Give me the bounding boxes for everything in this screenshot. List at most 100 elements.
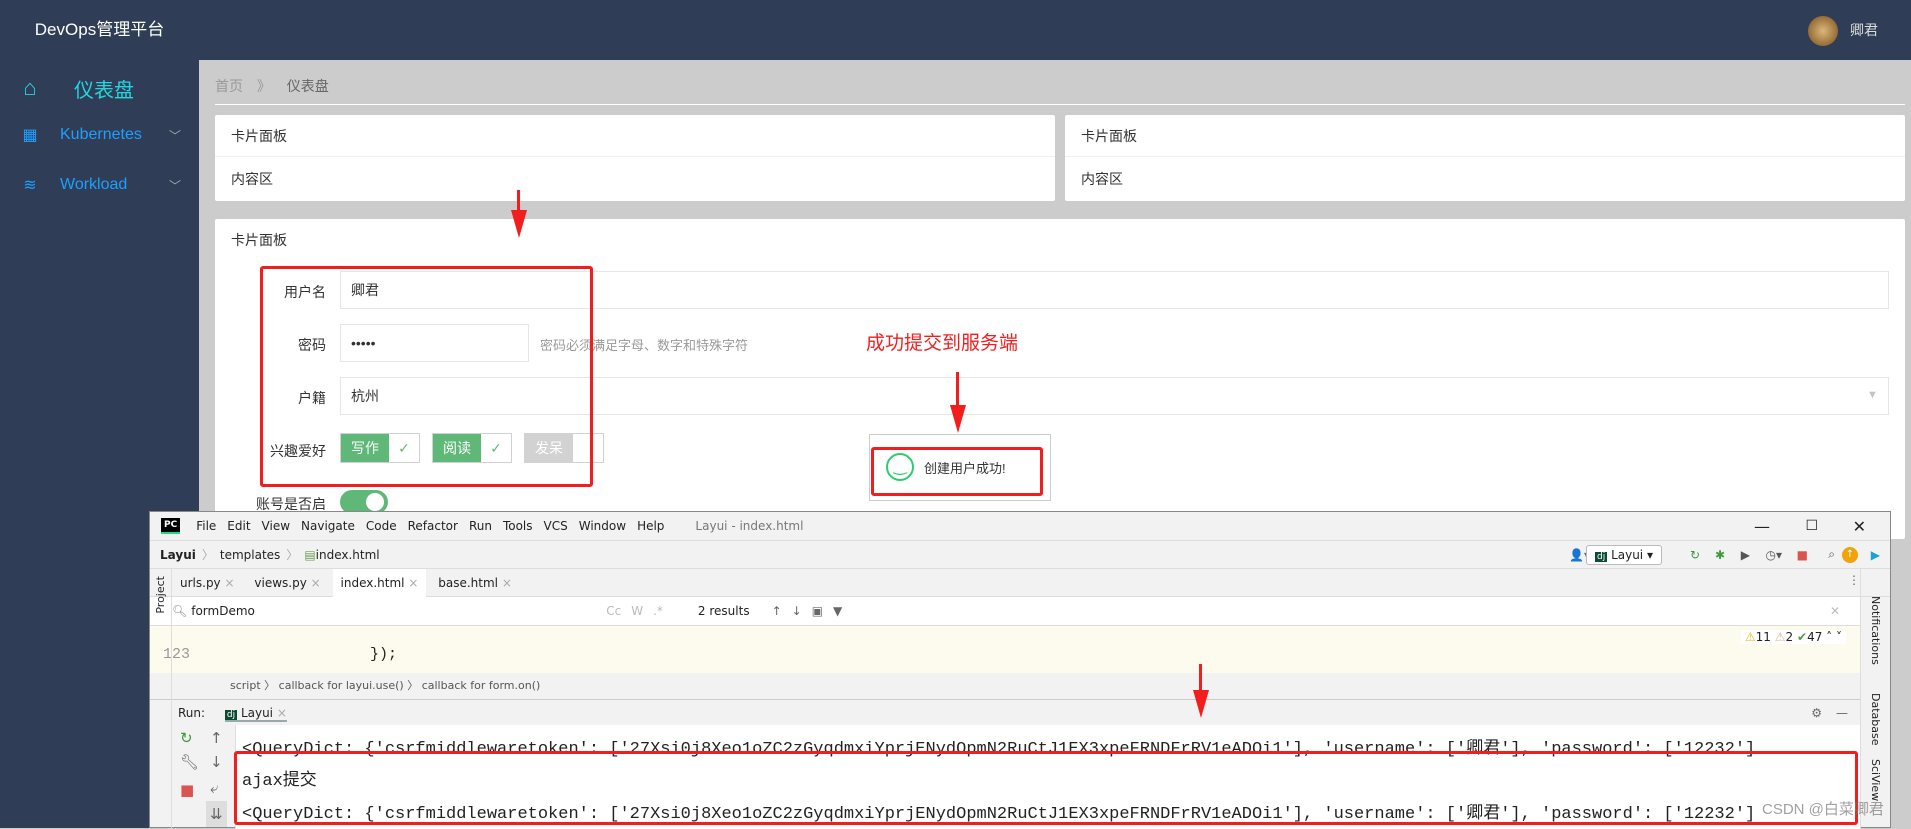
right-tool-strip: Notifications Database SciView: [1860, 568, 1890, 829]
navigation-bar: Layui 〉 templates 〉 ▤ index.html 👤▾ dj Layu…: [150, 540, 1890, 569]
avatar[interactable]: [1808, 16, 1838, 46]
layers-icon: ≋: [23, 177, 37, 194]
annotation-arrow: [956, 372, 959, 408]
run-label: Run:: [178, 706, 206, 720]
apps-icon: ▦: [22, 127, 38, 144]
home-icon: ⌂: [23, 75, 37, 100]
words-toggle[interactable]: W: [631, 604, 643, 618]
code-line: });: [370, 646, 398, 663]
arrow-down-icon: [1193, 690, 1209, 718]
sciview-tool-button[interactable]: SciView: [1869, 759, 1882, 801]
card-title: 卡片面板: [1065, 115, 1905, 157]
card-panel: 卡片面板 内容区: [1065, 115, 1905, 201]
match-case-toggle[interactable]: Cc: [606, 604, 621, 618]
tab-urls-py[interactable]: urls.py ×: [172, 569, 243, 597]
next-occurrence-icon[interactable]: ↓: [792, 604, 802, 618]
run-toolbar: Run: dj Layui × ⚙ —: [150, 699, 1860, 725]
run-config-select[interactable]: dj Layui ▾: [1586, 544, 1662, 565]
menu-file[interactable]: File: [196, 519, 216, 533]
crumb[interactable]: script: [230, 679, 261, 692]
debug-icon[interactable]: ✱: [1715, 548, 1725, 562]
menu-navigate[interactable]: Navigate: [301, 519, 355, 533]
top-header: [0, 0, 1911, 60]
tab-index-html[interactable]: index.html ×: [332, 569, 427, 600]
annotation-box: [260, 266, 593, 487]
close-button[interactable]: ✕: [1853, 517, 1866, 536]
menu-help[interactable]: Help: [637, 519, 664, 533]
select-all-icon[interactable]: ▣: [812, 604, 823, 618]
find-results-count: 2 results: [697, 604, 750, 618]
menu-code[interactable]: Code: [366, 519, 397, 533]
inspection-widget[interactable]: ⚠11 ⚠2 ✔47 ˄ ˅: [1740, 630, 1846, 644]
divider: [215, 104, 1905, 105]
sidebar-item-kubernetes[interactable]: ▦ Kubernetes ﹀: [0, 110, 199, 160]
dropdown-arrow-icon: ▼: [1867, 389, 1878, 401]
regex-toggle[interactable]: .*: [653, 604, 663, 618]
card-title: 卡片面板: [215, 115, 1055, 157]
notifications-tool-button[interactable]: Notifications: [1869, 596, 1882, 665]
sidebar-item-workload[interactable]: ≋ Workload ﹀: [0, 160, 199, 210]
stop-icon[interactable]: ■: [180, 777, 194, 803]
card-panel: 卡片面板 内容区: [215, 115, 1055, 201]
crumb[interactable]: callback for layui.use(): [279, 679, 404, 692]
brand-title[interactable]: DevOps管理平台: [0, 0, 199, 60]
left-tool-strip: Project: [150, 568, 172, 829]
soft-wrap-icon[interactable]: ⤶: [210, 775, 218, 801]
jetbrains-icon[interactable]: ▶: [1871, 548, 1880, 562]
gear-icon[interactable]: ⚙: [1811, 700, 1822, 726]
path-project[interactable]: Layui: [160, 548, 196, 562]
breadcrumb-home[interactable]: 首页: [215, 78, 243, 94]
tab-base-html[interactable]: base.html ×: [430, 569, 520, 597]
sidebar-item-dashboard[interactable]: ⌂ 仪表盘: [0, 60, 199, 116]
annotation-box: [234, 751, 1858, 825]
sidebar-item-label: Workload: [60, 176, 128, 193]
menu-edit[interactable]: Edit: [227, 519, 250, 533]
html-file-icon: ▤: [304, 547, 316, 562]
breadcrumb-separator: 》: [256, 78, 271, 94]
filter-icon[interactable]: ▼: [833, 604, 842, 618]
scroll-to-end-icon[interactable]: ⇊: [206, 801, 227, 827]
card-content: 内容区: [1081, 171, 1123, 187]
card-content: 内容区: [231, 171, 273, 187]
close-find-icon[interactable]: ✕: [1830, 604, 1840, 618]
down-icon[interactable]: ↓: [210, 749, 223, 775]
code-editor[interactable]: 123 }); ⚠11 ⚠2 ✔47 ˄ ˅: [150, 626, 1860, 673]
rerun-icon[interactable]: ↻: [180, 725, 193, 751]
sidebar-item-label: 仪表盘: [74, 79, 134, 102]
rerun-icon[interactable]: ↻: [1690, 548, 1700, 562]
previous-occurrence-icon[interactable]: ↑: [772, 604, 782, 618]
menu-run[interactable]: Run: [469, 519, 492, 533]
menu-view[interactable]: View: [262, 519, 290, 533]
wrench-icon[interactable]: 🔧︎: [180, 749, 199, 775]
run-tab[interactable]: dj Layui ×: [224, 706, 287, 722]
run-side-toolbar: ↻ 🔧︎ ■ ↑ ↓ ⤶ ⇊: [172, 725, 236, 829]
user-name[interactable]: 卿君: [1850, 20, 1878, 40]
database-tool-button[interactable]: Database: [1869, 693, 1882, 746]
sidebar-item-label: Kubernetes: [60, 126, 142, 143]
hide-icon[interactable]: —: [1836, 700, 1848, 726]
menu-refactor[interactable]: Refactor: [408, 519, 458, 533]
search-icon[interactable]: ⌕: [1828, 547, 1835, 562]
menu-vcs[interactable]: VCS: [544, 519, 568, 533]
menu-tools[interactable]: Tools: [503, 519, 533, 533]
find-input[interactable]: formDemo: [191, 604, 601, 618]
editor-tabs: urls.py × views.py × index.html × base.h…: [150, 569, 1890, 600]
annotation-box: [871, 447, 1043, 496]
annotation-text: 成功提交到服务端: [866, 333, 1019, 354]
crumb[interactable]: callback for form.on(): [422, 679, 541, 692]
up-icon[interactable]: ↑: [210, 725, 223, 751]
maximize-button[interactable]: ☐: [1805, 518, 1818, 534]
menu-bar: PC File Edit View Navigate Code Refactor…: [150, 512, 1890, 540]
path-folder[interactable]: templates: [220, 548, 280, 562]
path-file[interactable]: index.html: [316, 548, 380, 562]
tab-views-py[interactable]: views.py ×: [246, 569, 328, 597]
stop-icon[interactable]: ■: [1797, 548, 1808, 562]
menu-window[interactable]: Window: [579, 519, 626, 533]
more-icon[interactable]: ⋮: [1848, 573, 1860, 587]
project-tool-button[interactable]: Project: [154, 576, 167, 614]
window-title: Layui - index.html: [695, 519, 804, 533]
profile-icon[interactable]: ◷▾: [1766, 548, 1783, 562]
update-icon[interactable]: ↑: [1842, 546, 1858, 563]
coverage-icon[interactable]: ▶: [1741, 548, 1750, 562]
minimize-button[interactable]: —: [1754, 517, 1770, 536]
